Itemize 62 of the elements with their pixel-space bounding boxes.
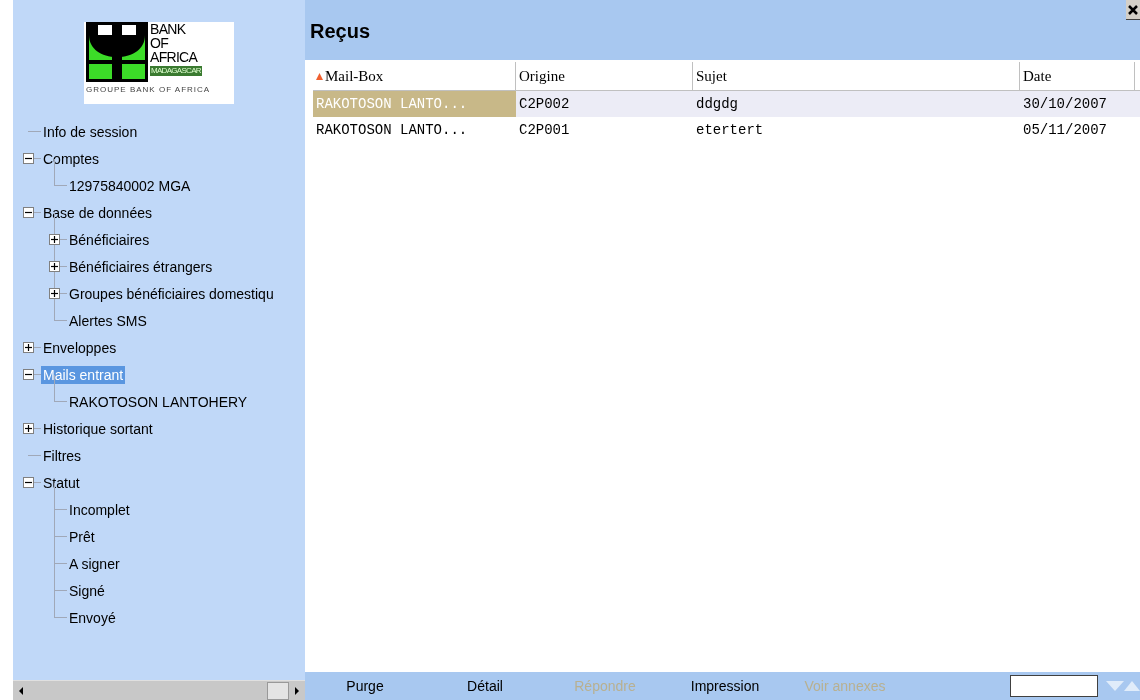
tree-item[interactable]: Enveloppes [41,338,119,357]
action-button[interactable]: Impression [665,675,785,697]
plus-icon [50,236,58,243]
logo-tagline: GROUPE BANK OF AFRICA [86,85,212,95]
tree-item[interactable]: Statut [41,473,82,492]
logo-text: BANK [150,22,187,36]
tree-item[interactable]: Bénéficiaires [67,230,152,249]
tree-item[interactable]: Prêt [67,527,97,546]
close-button[interactable] [1126,0,1140,20]
minus-icon [24,371,32,378]
expand-toggle[interactable] [48,234,60,245]
collapse-toggle[interactable] [22,477,34,488]
expand-toggle[interactable] [48,261,60,272]
logo-text: AFRICA [150,50,199,64]
tree-item[interactable]: 12975840002 MGA [67,176,193,195]
expand-toggle[interactable] [22,342,34,353]
tree-item[interactable]: Historique sortant [41,419,155,438]
tree-item[interactable]: Info de session [41,122,140,141]
scroll-thumb[interactable] [267,681,289,700]
collapse-toggle[interactable] [22,153,34,164]
tree-item[interactable]: Groupes bénéficiaires domestiqu [67,284,276,303]
tree-item[interactable]: Base de données [41,203,154,222]
table-cell-text: C2P001 [518,120,571,140]
action-button[interactable]: Détail [425,675,545,697]
action-button[interactable]: Purge [305,675,425,697]
minus-icon [24,209,32,216]
column-header[interactable]: Mail-Box [313,62,516,90]
table-cell-text: C2P002 [518,94,571,114]
table-row[interactable]: RAKOTOSON LANTO... C2P002 ddgdg 30/10/2007 [313,91,1140,117]
table-cell-text: ddgdg [695,94,739,114]
logo-band: MADAGASCAR [150,66,202,76]
horizontal-scrollbar[interactable] [13,680,305,700]
table-cell-text: etertert [695,120,765,140]
tree-item[interactable]: Envoyé [67,608,118,627]
minus-icon [24,155,32,162]
panel-title: Reçus [310,19,371,44]
plus-icon [50,290,58,297]
column-header[interactable]: Sujet [693,62,1020,90]
minus-icon [24,479,32,486]
tree-item[interactable]: Filtres [41,446,84,465]
expand-toggle[interactable] [48,288,60,299]
table-cell-text: 05/11/2007 [1022,120,1108,140]
collapse-toggle[interactable] [22,369,34,380]
tree-item[interactable]: Signé [67,581,107,600]
expand-toggle[interactable] [22,423,34,434]
page-input[interactable] [1010,675,1098,697]
tree-item[interactable]: Incomplet [67,500,132,519]
table-cell-text: RAKOTOSON LANTO... [315,120,469,140]
tree-item[interactable]: A signer [67,554,122,573]
plus-icon [24,425,32,432]
tree-item[interactable]: Bénéficiaires étrangers [67,257,215,276]
tree-item[interactable]: RAKOTOSON LANTOHERY [67,392,250,411]
tree-item[interactable]: Alertes SMS [67,311,149,330]
table-cell-text: 30/10/2007 [1022,94,1108,114]
tree-item[interactable]: Comptes [41,149,102,168]
plus-icon [24,344,32,351]
column-header[interactable]: Date [1020,62,1135,90]
plus-icon [50,263,58,270]
logo-text: OF [150,36,170,50]
collapse-toggle[interactable] [22,207,34,218]
table-cell: RAKOTOSON LANTO... [313,91,516,117]
column-header[interactable]: Origine [516,62,693,90]
